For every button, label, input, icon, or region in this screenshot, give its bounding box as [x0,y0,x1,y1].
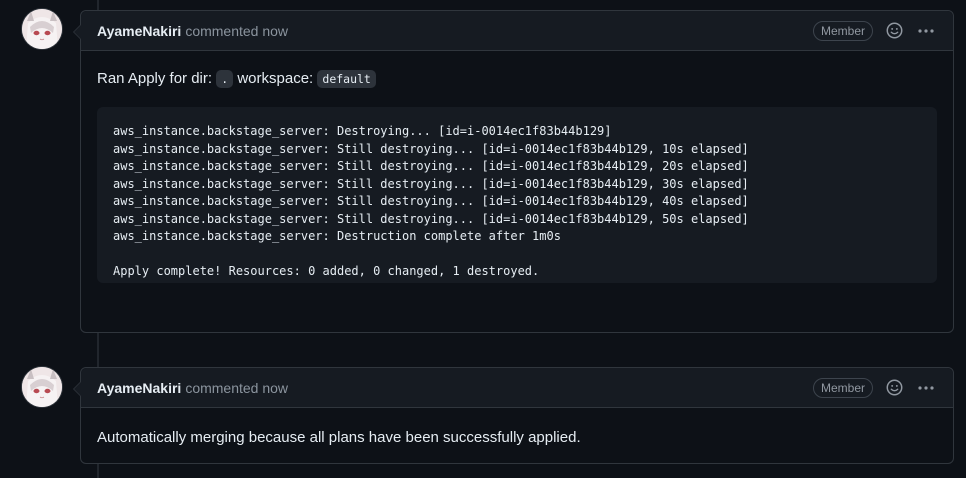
output-line: aws_instance.backstage_server: Still des… [113,176,749,191]
output-line-blank: ​ [113,246,921,264]
output-line: aws_instance.backstage_server: Destructi… [113,229,561,243]
avatar[interactable] [22,9,62,49]
dir-code: . [216,70,234,88]
kebab-horizontal-icon[interactable] [915,20,937,42]
comment-timestamp[interactable]: commented now [185,23,288,39]
output-line: aws_instance.backstage_server: Still des… [113,211,749,226]
comment-body: Automatically merging because all plans … [81,408,953,466]
output-line: aws_instance.backstage_server: Destroyin… [113,124,612,138]
kebab-horizontal-icon[interactable] [915,377,937,399]
terraform-output: aws_instance.backstage_server: Destroyin… [97,107,937,283]
avatar[interactable] [22,367,62,407]
output-line: aws_instance.backstage_server: Still des… [113,159,749,173]
comment-author[interactable]: AyameNakiri [97,23,181,39]
apply-prefix: Ran Apply for dir: [97,70,213,87]
member-badge: Member [812,20,873,41]
output-line: Apply complete! Resources: 0 added, 0 ch… [113,264,540,278]
comment-header: AyameNakiri commented now Member [81,368,953,408]
comment-body: Ran Apply for dir: . workspace: default … [81,51,953,299]
comment: AyameNakiri commented now Member Ran App… [73,10,954,333]
output-line: aws_instance.backstage_server: Still des… [113,194,749,208]
output-line: aws_instance.backstage_server: Still des… [113,141,749,156]
avatar-image [22,367,62,407]
smiley-icon[interactable] [883,20,905,42]
merge-message: Automatically merging because all plans … [97,429,581,446]
member-badge: Member [812,377,873,398]
smiley-icon[interactable] [883,377,905,399]
workspace-code: default [317,70,376,88]
comment-header: AyameNakiri commented now Member [81,11,953,51]
comment-author[interactable]: AyameNakiri [97,380,181,396]
comment: AyameNakiri commented now Member Automat… [73,367,954,466]
avatar-image [22,9,62,49]
apply-summary: Ran Apply for dir: . workspace: default [97,67,937,91]
workspace-label: workspace: [237,70,314,87]
comment-timestamp[interactable]: commented now [185,380,288,396]
